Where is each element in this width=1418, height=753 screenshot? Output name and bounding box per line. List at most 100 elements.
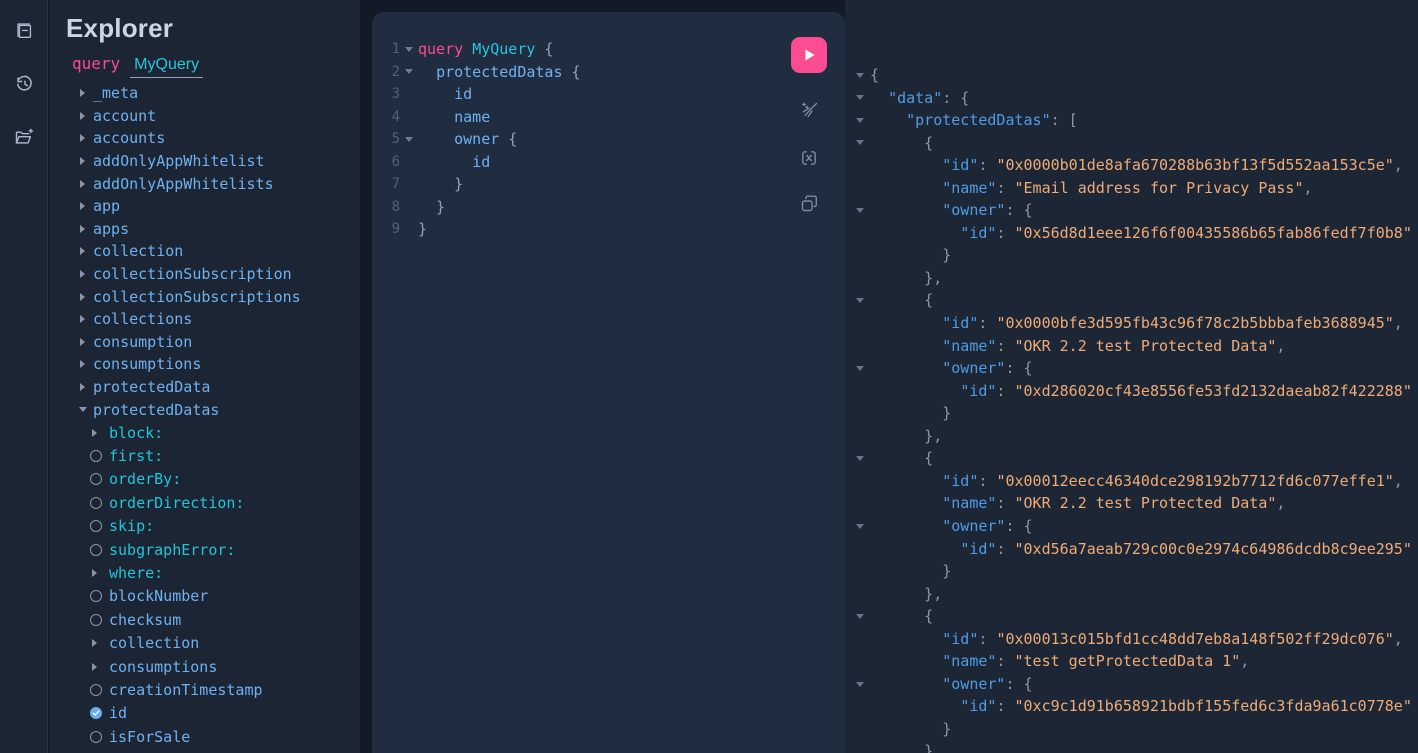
tree-row-protectedData[interactable]: protectedData xyxy=(49,376,360,399)
json-text: "id": "0x0000b01de8afa670288b63bf13f5d55… xyxy=(870,154,1403,177)
caret-right-icon[interactable] xyxy=(78,338,93,346)
tree-row-blockNumber[interactable]: blockNumber xyxy=(49,585,360,608)
query-editor[interactable]: 1query MyQuery {2 protectedDatas {3 id4 … xyxy=(372,38,773,753)
merge-fragments-button[interactable] xyxy=(797,146,821,170)
caret-right-icon[interactable] xyxy=(78,293,93,301)
caret-right-icon[interactable] xyxy=(78,360,93,368)
execute-query-button[interactable] xyxy=(791,37,827,73)
caret-right-icon[interactable] xyxy=(78,225,93,233)
caret-right-icon[interactable] xyxy=(90,639,109,647)
tree-row-addOnlyAppWhitelist[interactable]: addOnlyAppWhitelist xyxy=(49,150,360,173)
radio-toggle[interactable] xyxy=(90,731,109,743)
json-text: "owner": { xyxy=(870,357,1033,380)
radio-toggle[interactable] xyxy=(90,684,109,696)
response-panel[interactable]: { "data": { "protectedDatas": [ { "id": … xyxy=(845,0,1418,753)
fold-toggle-icon[interactable] xyxy=(845,298,870,303)
tree-row-first[interactable]: first: xyxy=(49,444,360,467)
tree-row-checksum[interactable]: checksum xyxy=(49,608,360,631)
fold-toggle-icon[interactable] xyxy=(845,73,870,78)
line-number: 1 xyxy=(372,41,400,57)
tree-row-block[interactable]: block: xyxy=(49,421,360,444)
tree-row-skip[interactable]: skip: xyxy=(49,514,360,537)
tree-row-addOnlyAppWhitelists[interactable]: addOnlyAppWhitelists xyxy=(49,172,360,195)
tree-row-collections[interactable]: collections xyxy=(49,308,360,331)
radio-toggle[interactable] xyxy=(90,520,109,532)
tree-row-consumption[interactable]: consumption xyxy=(49,331,360,354)
tree-row-collectionSubscription[interactable]: collectionSubscription xyxy=(49,263,360,286)
caret-right-icon[interactable] xyxy=(90,429,109,437)
fold-toggle-icon[interactable] xyxy=(845,682,870,687)
tree-row-apps[interactable]: apps xyxy=(49,218,360,241)
radio-toggle[interactable] xyxy=(90,614,109,626)
fold-toggle-icon[interactable] xyxy=(845,614,870,619)
radio-toggle[interactable] xyxy=(90,590,109,602)
fold-toggle-icon[interactable] xyxy=(845,118,870,123)
code-text: } xyxy=(418,218,427,241)
operation-name-input[interactable]: MyQuery xyxy=(130,56,203,78)
tree-row-_meta[interactable]: _meta xyxy=(49,82,360,105)
editor-area: 1query MyQuery {2 protectedDatas {3 id4 … xyxy=(360,0,845,753)
checked-radio-icon[interactable] xyxy=(90,707,109,719)
tree-row-consumptions[interactable]: consumptions xyxy=(49,353,360,376)
json-text: "name": "OKR 2.2 test Protected Data", xyxy=(870,492,1285,515)
caret-right-icon[interactable] xyxy=(78,112,93,120)
tree-row-accounts[interactable]: accounts xyxy=(49,127,360,150)
caret-right-icon[interactable] xyxy=(78,247,93,255)
plugin-sidebar xyxy=(0,0,48,753)
response-line: "name": "OKR 2.2 test Protected Data", xyxy=(845,492,1418,515)
tree-row-protectedDatas[interactable]: protectedDatas xyxy=(49,398,360,421)
tree-label: consumptions xyxy=(93,355,201,373)
history-button[interactable] xyxy=(8,67,40,99)
tree-row-orderBy[interactable]: orderBy: xyxy=(49,468,360,491)
radio-toggle[interactable] xyxy=(90,450,109,462)
prettify-button[interactable] xyxy=(797,99,821,123)
code-text: query MyQuery { xyxy=(418,38,553,61)
tree-row-collection[interactable]: collection xyxy=(49,240,360,263)
tree-row-orderDirection[interactable]: orderDirection: xyxy=(49,491,360,514)
caret-right-icon[interactable] xyxy=(78,270,93,278)
explorer-plugin-button[interactable] xyxy=(8,121,40,153)
caret-right-icon[interactable] xyxy=(78,180,93,188)
tree-row-isForSale[interactable]: isForSale xyxy=(49,725,360,748)
tree-label: blockNumber xyxy=(109,587,208,605)
caret-right-icon[interactable] xyxy=(78,383,93,391)
tree-row-collection[interactable]: collection xyxy=(49,631,360,654)
tree-row-subgraphError[interactable]: subgraphError: xyxy=(49,538,360,561)
caret-right-icon[interactable] xyxy=(78,202,93,210)
json-text: "protectedDatas": [ xyxy=(870,109,1078,132)
fold-toggle-icon[interactable] xyxy=(845,524,870,529)
copy-query-button[interactable] xyxy=(797,192,821,216)
radio-toggle[interactable] xyxy=(90,544,109,556)
tree-row-consumptions[interactable]: consumptions xyxy=(49,655,360,678)
fold-toggle-icon[interactable] xyxy=(845,95,870,100)
caret-right-icon[interactable] xyxy=(78,89,93,97)
tree-row-collectionSubscriptions[interactable]: collectionSubscriptions xyxy=(49,285,360,308)
caret-right-icon[interactable] xyxy=(78,315,93,323)
line-number: 8 xyxy=(372,199,400,215)
caret-right-icon[interactable] xyxy=(78,134,93,142)
tree-row-id[interactable]: id xyxy=(49,702,360,725)
tree-row-creationTimestamp[interactable]: creationTimestamp xyxy=(49,678,360,701)
tree-row-account[interactable]: account xyxy=(49,105,360,128)
fold-toggle-icon[interactable] xyxy=(845,366,870,371)
json-text: "name": "test getProtectedData 1", xyxy=(870,650,1249,673)
fold-toggle-icon[interactable] xyxy=(845,456,870,461)
fold-toggle-icon[interactable] xyxy=(845,140,870,145)
caret-right-icon[interactable] xyxy=(78,157,93,165)
caret-down-icon[interactable] xyxy=(78,407,93,412)
tree-row-app[interactable]: app xyxy=(49,195,360,218)
caret-right-icon[interactable] xyxy=(90,663,109,671)
fold-toggle-icon[interactable] xyxy=(400,47,418,52)
radio-toggle[interactable] xyxy=(90,473,109,485)
tree-row-where[interactable]: where: xyxy=(49,561,360,584)
fold-toggle-icon[interactable] xyxy=(400,69,418,74)
tree-label: consumptions xyxy=(109,658,217,676)
fold-toggle-icon[interactable] xyxy=(845,208,870,213)
radio-toggle[interactable] xyxy=(90,497,109,509)
docs-button[interactable] xyxy=(8,14,40,46)
copy-icon xyxy=(797,192,821,216)
response-line: } xyxy=(845,402,1418,425)
tree-label: creationTimestamp xyxy=(109,681,263,699)
caret-right-icon[interactable] xyxy=(90,569,109,577)
fold-toggle-icon[interactable] xyxy=(400,137,418,142)
